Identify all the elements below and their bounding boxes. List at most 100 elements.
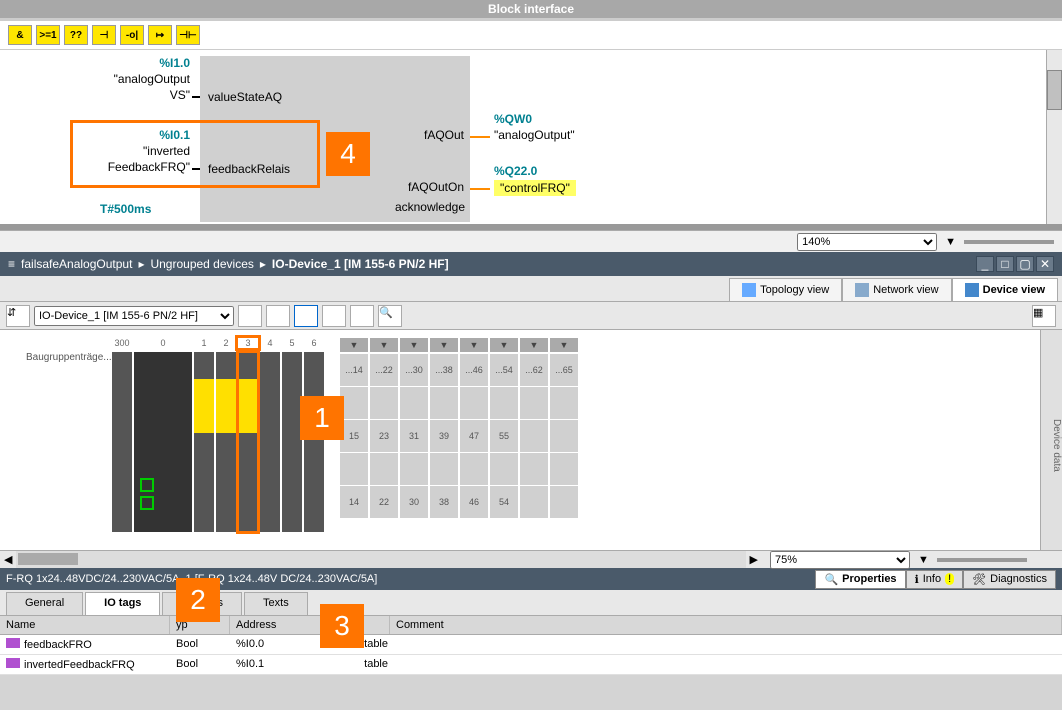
maximize-icon[interactable]: ▢ bbox=[1016, 256, 1034, 272]
ladder-btn-and[interactable]: & bbox=[8, 25, 32, 45]
out2-address[interactable]: %Q22.0 bbox=[494, 164, 537, 178]
out2-port: fAQOutOn bbox=[400, 180, 464, 194]
tab-texts[interactable]: Texts bbox=[244, 592, 308, 615]
breadcrumb-icon[interactable]: ≡ bbox=[8, 257, 15, 271]
module-slot-3[interactable] bbox=[238, 352, 258, 532]
tab-diagnostics[interactable]: 🛠Diagnostics bbox=[963, 570, 1056, 589]
ladder-zoom-select[interactable]: 140% bbox=[797, 233, 937, 251]
in2-address[interactable]: %I0.1 bbox=[130, 128, 190, 142]
ladder-toolbar: & >=1 ?? ⊣ -o| ↦ ⊣⊢ bbox=[0, 18, 1062, 50]
table-row[interactable]: invertedFeedbackFRQ Bool %I0.1table bbox=[0, 655, 1062, 675]
ladder-editor[interactable]: %I1.0 "analogOutput VS" valueStateAQ %I0… bbox=[0, 50, 1062, 230]
device-view-canvas[interactable]: 300 0 1 2 3 4 5 6 Baugruppenträge... ▼ ▼… bbox=[0, 330, 1062, 550]
topology-icon bbox=[742, 283, 756, 297]
in2-name-line1: "inverted bbox=[70, 144, 190, 158]
ladder-btn-neg[interactable]: -o| bbox=[120, 25, 144, 45]
module-slot-0[interactable] bbox=[134, 352, 192, 532]
wire bbox=[192, 96, 200, 98]
module-slot-6[interactable] bbox=[304, 352, 324, 532]
device-select[interactable]: IO-Device_1 [IM 155-6 PN/2 HF] bbox=[34, 306, 234, 326]
breadcrumb-a[interactable]: failsafeAnalogOutput bbox=[21, 257, 132, 271]
tab-device-view[interactable]: Device view bbox=[952, 278, 1058, 301]
zoom-fit-button[interactable]: 🔍 bbox=[378, 305, 402, 327]
zoom-down-icon[interactable]: ▼ bbox=[945, 236, 956, 248]
callout-4: 4 bbox=[326, 132, 370, 176]
device-btn-1[interactable] bbox=[238, 305, 262, 327]
device-btn-5[interactable] bbox=[350, 305, 374, 327]
slot-expand[interactable]: ▼ bbox=[400, 338, 428, 352]
device-side-button[interactable]: ▦ bbox=[1032, 305, 1056, 327]
ack-port: acknowledge bbox=[385, 200, 465, 214]
device-zoom-select[interactable]: 75% bbox=[770, 551, 910, 569]
tag-icon bbox=[6, 638, 20, 648]
ladder-btn-branch[interactable]: ⊣⊢ bbox=[176, 25, 200, 45]
rack-label: Baugruppenträge... bbox=[26, 352, 112, 363]
module-slot-5[interactable] bbox=[282, 352, 302, 532]
slot-expand[interactable]: ▼ bbox=[550, 338, 578, 352]
ladder-btn-contact[interactable]: ⊣ bbox=[92, 25, 116, 45]
slot-expand[interactable]: ▼ bbox=[340, 338, 368, 352]
inspector-title-bar: F-RQ 1x24..48VDC/24..230VAC/5A_1 [F-RQ 1… bbox=[0, 568, 1062, 590]
network-icon bbox=[855, 283, 869, 297]
block-interface-title: Block interface bbox=[0, 0, 1062, 18]
breadcrumb-b[interactable]: Ungrouped devices bbox=[150, 257, 253, 271]
breadcrumb-c[interactable]: IO-Device_1 [IM 155-6 PN/2 HF] bbox=[272, 257, 449, 271]
tab-properties[interactable]: 🔍Properties bbox=[815, 570, 905, 589]
tab-io-tags[interactable]: IO tags bbox=[85, 592, 160, 615]
in1-name-line2: VS" bbox=[70, 88, 190, 102]
in1-address[interactable]: %I1.0 bbox=[130, 56, 190, 70]
in1-name-line1: "analogOutput bbox=[70, 72, 190, 86]
module-slot-1[interactable] bbox=[194, 352, 214, 532]
table-row[interactable]: feedbackFRO Bool %I0.0table bbox=[0, 635, 1062, 655]
device-toolbar: ⇵ IO-Device_1 [IM 155-6 PN/2 HF] 🔍 ▦ bbox=[0, 302, 1062, 330]
properties-icon: 🔍 bbox=[824, 573, 838, 586]
module-slot-2[interactable] bbox=[216, 352, 236, 532]
tab-topology-view[interactable]: Topology view bbox=[729, 278, 842, 301]
wire bbox=[470, 188, 490, 190]
callout-1: 1 bbox=[300, 396, 344, 440]
col-comment[interactable]: Comment bbox=[390, 616, 1062, 634]
device-rack bbox=[112, 352, 324, 532]
col-name[interactable]: Name bbox=[0, 616, 170, 634]
in1-port: valueStateAQ bbox=[208, 90, 282, 104]
device-data-side-tab[interactable]: Device data bbox=[1040, 330, 1062, 550]
ladder-vscroll[interactable] bbox=[1046, 50, 1062, 224]
device-hscroll[interactable]: ◀ ▶ 75% ▼ bbox=[0, 550, 1062, 568]
inspector-tabs: General IO tags onstants Texts 2 3 bbox=[0, 590, 1062, 616]
slot-expand[interactable]: ▼ bbox=[370, 338, 398, 352]
device-nav-button[interactable]: ⇵ bbox=[6, 305, 30, 327]
module-slot-300[interactable] bbox=[112, 352, 132, 532]
ladder-btn-or[interactable]: >=1 bbox=[36, 25, 60, 45]
ladder-zoom-slider[interactable] bbox=[964, 240, 1054, 244]
device-zoom-slider[interactable] bbox=[937, 558, 1027, 562]
minimize-icon[interactable]: _ bbox=[976, 256, 994, 272]
restore-icon[interactable]: □ bbox=[996, 256, 1014, 272]
device-btn-2[interactable] bbox=[266, 305, 290, 327]
ladder-btn-coil[interactable]: ↦ bbox=[148, 25, 172, 45]
out2-name: "controlFRQ" bbox=[494, 180, 576, 196]
tab-network-view[interactable]: Network view bbox=[842, 278, 951, 301]
slot-data-grid: ...14...22...30...38...46...54...62...65… bbox=[340, 354, 578, 518]
module-slot-4[interactable] bbox=[260, 352, 280, 532]
device-btn-4[interactable] bbox=[322, 305, 346, 327]
device-icon bbox=[965, 283, 979, 297]
in2-name-line2: FeedbackFRQ" bbox=[70, 160, 190, 174]
ladder-btn-unknown[interactable]: ?? bbox=[64, 25, 88, 45]
slot-expand[interactable]: ▼ bbox=[430, 338, 458, 352]
close-icon[interactable]: ✕ bbox=[1036, 256, 1054, 272]
slot-expand[interactable]: ▼ bbox=[460, 338, 488, 352]
diagnostics-icon: 🛠 bbox=[972, 573, 986, 586]
chevron: ▸ bbox=[138, 257, 144, 271]
callout-3: 3 bbox=[320, 604, 364, 648]
col-address[interactable]: Address bbox=[230, 616, 390, 634]
ladder-zoom-bar: 140% ▼ bbox=[0, 230, 1062, 252]
wire bbox=[192, 168, 200, 170]
io-tags-table: Name yp Address Comment feedbackFRO Bool… bbox=[0, 616, 1062, 675]
out1-address[interactable]: %QW0 bbox=[494, 112, 532, 126]
tab-general[interactable]: General bbox=[6, 592, 83, 615]
tab-info[interactable]: ℹInfo! bbox=[906, 570, 964, 589]
device-btn-3[interactable] bbox=[294, 305, 318, 327]
slot-expand[interactable]: ▼ bbox=[490, 338, 518, 352]
slot-expand[interactable]: ▼ bbox=[520, 338, 548, 352]
zoom-down-icon[interactable]: ▼ bbox=[918, 554, 929, 566]
